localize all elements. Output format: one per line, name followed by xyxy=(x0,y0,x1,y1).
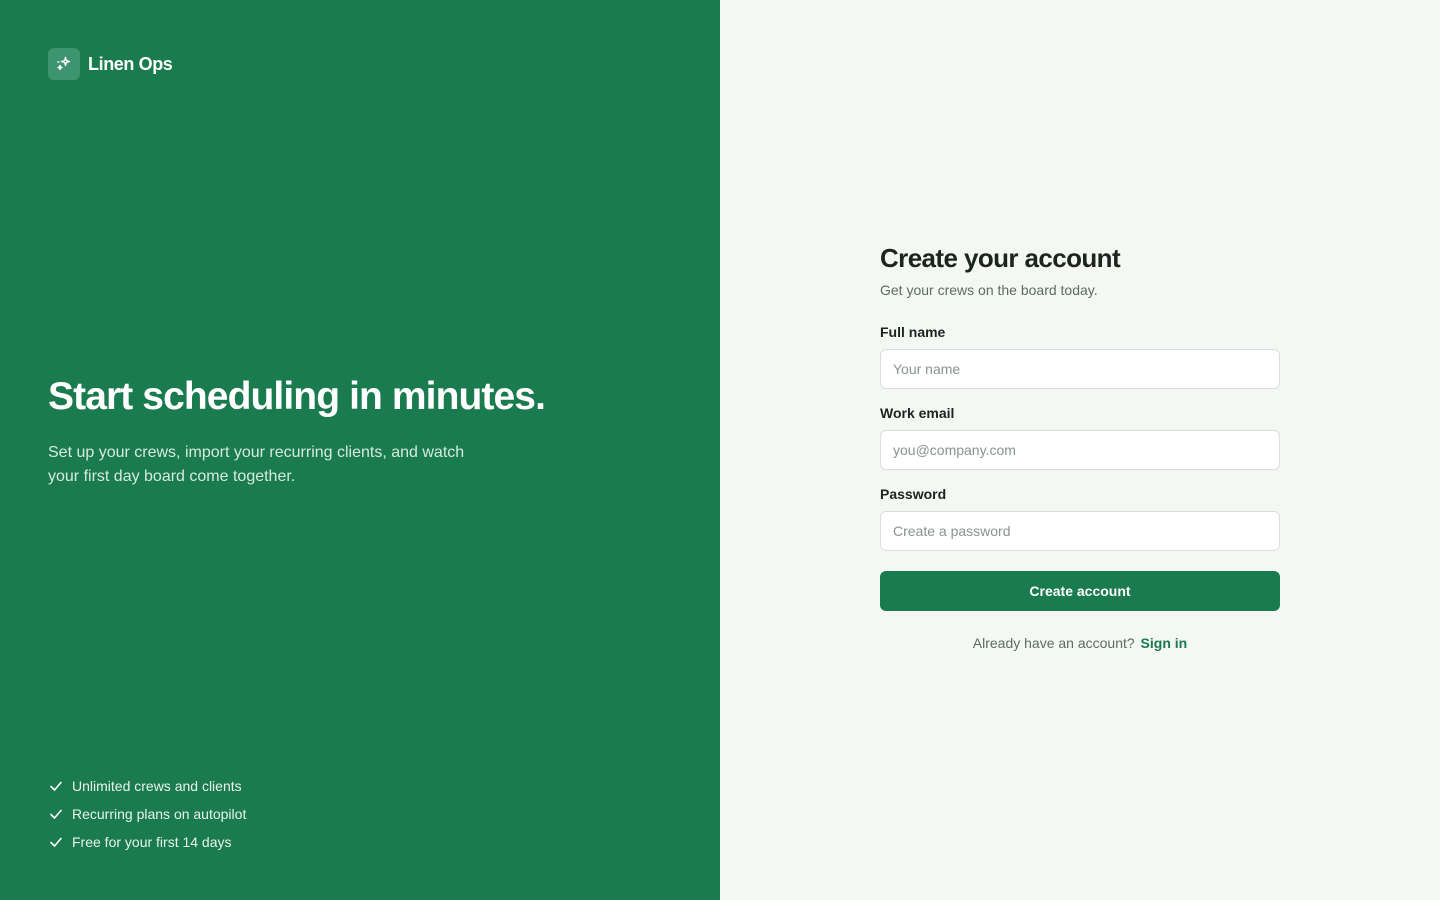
create-account-button[interactable]: Create account xyxy=(880,571,1280,611)
sign-in-link[interactable]: Sign in xyxy=(1141,635,1188,651)
feature-item: Free for your first 14 days xyxy=(48,828,246,856)
check-icon xyxy=(48,778,64,794)
sparkle-icon xyxy=(48,48,80,80)
signin-prompt: Already have an account? xyxy=(972,635,1135,651)
feature-list: Unlimited crews and clients Recurring pl… xyxy=(48,772,246,856)
work-email-input[interactable] xyxy=(880,430,1280,470)
full-name-input[interactable] xyxy=(880,349,1280,389)
marketing-panel: Linen Ops Start scheduling in minutes. S… xyxy=(0,0,720,900)
full-name-field-group: Full name xyxy=(880,324,1280,389)
full-name-label: Full name xyxy=(880,324,946,340)
form-subtitle: Get your crews on the board today. xyxy=(880,282,1098,298)
signup-form: Create your account Get your crews on th… xyxy=(880,240,1280,651)
password-input[interactable] xyxy=(880,511,1280,551)
brand-name: Linen Ops xyxy=(88,53,173,74)
signup-panel: Create your account Get your crews on th… xyxy=(720,0,1440,900)
check-icon xyxy=(48,806,64,822)
form-title: Create your account xyxy=(880,243,1121,273)
password-label: Password xyxy=(880,486,947,502)
hero-title: Start scheduling in minutes. xyxy=(48,375,546,418)
feature-text: Recurring plans on autopilot xyxy=(72,806,247,822)
feature-text: Unlimited crews and clients xyxy=(72,778,242,794)
feature-item: Recurring plans on autopilot xyxy=(48,800,246,828)
work-email-label: Work email xyxy=(880,405,955,421)
check-icon xyxy=(48,834,64,850)
signin-row: Already have an account? Sign in xyxy=(880,635,1280,651)
hero-subtitle: Set up your crews, import your recurring… xyxy=(48,444,465,485)
feature-text: Free for your first 14 days xyxy=(72,834,232,850)
work-email-field-group: Work email xyxy=(880,405,1280,470)
password-field-group: Password xyxy=(880,486,1280,551)
hero: Start scheduling in minutes. Set up your… xyxy=(48,375,668,489)
brand[interactable]: Linen Ops xyxy=(48,48,173,80)
feature-item: Unlimited crews and clients xyxy=(48,772,246,800)
